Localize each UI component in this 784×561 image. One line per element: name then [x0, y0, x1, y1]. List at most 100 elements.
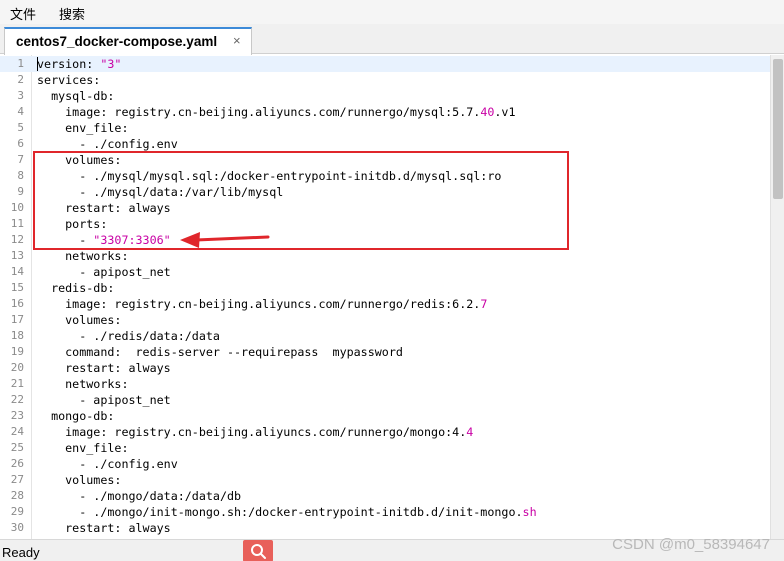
code-token: command: redis-server --requirepass mypa… — [37, 345, 403, 359]
line-number: 21 — [10, 377, 24, 390]
code-token: version: — [37, 57, 101, 71]
line-number: 22 — [10, 393, 24, 406]
code-token: networks: — [37, 377, 129, 391]
code-line[interactable]: 3 mysql-db: — [0, 88, 770, 104]
line-number: 27 — [10, 473, 24, 486]
code-line[interactable]: 1 version: "3" — [0, 56, 770, 72]
code-line[interactable]: 23 mongo-db: — [0, 408, 770, 424]
code-token: image: registry.cn-beijing.aliyuncs.com/… — [37, 425, 467, 439]
search-button[interactable] — [243, 540, 273, 561]
line-number: 17 — [10, 313, 24, 326]
line-number: 1 — [17, 57, 24, 70]
line-text: restart: always — [37, 520, 171, 536]
code-token: "3" — [100, 57, 122, 71]
line-number: 12 — [10, 233, 24, 246]
code-token: restart: always — [37, 361, 171, 375]
line-text: - ./mongo/init-mongo.sh:/docker-entrypoi… — [37, 504, 537, 520]
line-text: networks: — [37, 376, 128, 392]
scrollbar-thumb[interactable] — [773, 59, 783, 199]
line-number: 9 — [17, 185, 24, 198]
status-text: Ready — [2, 545, 40, 560]
line-text: env_file: — [37, 120, 128, 136]
code-token: volumes: — [37, 473, 122, 487]
line-text: - ./config.env — [37, 456, 178, 472]
line-number: 19 — [10, 345, 24, 358]
code-line[interactable]: 5 env_file: — [0, 120, 770, 136]
code-line[interactable]: 16 image: registry.cn-beijing.aliyuncs.c… — [0, 296, 770, 312]
tab-file[interactable]: centos7_docker-compose.yaml × — [4, 27, 252, 55]
line-text: mongo-db: — [37, 408, 114, 424]
code-line[interactable]: 24 image: registry.cn-beijing.aliyuncs.c… — [0, 424, 770, 440]
code-token: 40 — [480, 105, 495, 119]
code-line[interactable]: 29 - ./mongo/init-mongo.sh:/docker-entry… — [0, 504, 770, 520]
code-line[interactable]: 22 - apipost_net — [0, 392, 770, 408]
code-token: env_file: — [37, 441, 129, 455]
line-text: version: "3" — [37, 56, 121, 72]
line-number: 6 — [17, 137, 24, 150]
code-token: sh — [522, 505, 537, 519]
code-token: - ./redis/data:/data — [37, 329, 220, 343]
search-icon — [251, 544, 266, 559]
code-editor[interactable]: 1 version: "3" 2 services: 3 mysql-db: 4 imag… — [0, 55, 770, 539]
line-text: command: redis-server --requirepass mypa… — [37, 344, 403, 360]
vertical-scrollbar[interactable] — [770, 55, 784, 539]
code-token: mongo-db: — [37, 409, 115, 423]
code-line[interactable]: 14 - apipost_net — [0, 264, 770, 280]
code-line[interactable]: 2 services: — [0, 72, 770, 88]
code-line[interactable]: 30 restart: always — [0, 520, 770, 536]
line-number: 2 — [17, 73, 24, 86]
code-line[interactable]: 21 networks: — [0, 376, 770, 392]
code-line[interactable]: 19 command: redis-server --requirepass m… — [0, 344, 770, 360]
code-line[interactable]: 4 image: registry.cn-beijing.aliyuncs.co… — [0, 104, 770, 120]
code-token: volumes: — [37, 313, 122, 327]
code-line[interactable]: 6 - ./config.env — [0, 136, 770, 152]
line-number: 25 — [10, 441, 24, 454]
code-token: 4 — [466, 425, 474, 439]
code-line[interactable]: 28 - ./mongo/data:/data/db — [0, 488, 770, 504]
line-number: 11 — [10, 217, 24, 230]
code-token: - ./mongo/init-mongo.sh:/docker-entrypoi… — [37, 505, 523, 519]
line-number: 15 — [10, 281, 24, 294]
code-token: redis-db: — [37, 281, 115, 295]
code-token: env_file: — [37, 121, 129, 135]
code-line[interactable]: 26 - ./config.env — [0, 456, 770, 472]
line-number: 20 — [10, 361, 24, 374]
menu-file[interactable]: 文件 — [10, 4, 36, 23]
line-number: 10 — [10, 201, 24, 214]
close-icon[interactable]: × — [233, 33, 241, 48]
code-line[interactable]: 15 redis-db: — [0, 280, 770, 296]
line-number: 29 — [10, 505, 24, 518]
tab-title: centos7_docker-compose.yaml — [16, 34, 218, 49]
code-token: restart: always — [37, 521, 171, 535]
code-token: - ./config.env — [37, 457, 178, 471]
code-line[interactable]: 27 volumes: — [0, 472, 770, 488]
menu-search[interactable]: 搜索 — [59, 4, 85, 23]
line-text: volumes: — [37, 472, 121, 488]
watermark: CSDN @m0_58394647 — [612, 536, 770, 553]
code-line[interactable]: 13 networks: — [0, 248, 770, 264]
line-number: 8 — [17, 169, 24, 182]
line-text: volumes: — [37, 312, 121, 328]
code-token: networks: — [37, 249, 129, 263]
line-text: - apipost_net — [37, 392, 171, 408]
code-line[interactable]: 25 env_file: — [0, 440, 770, 456]
tab-bar: centos7_docker-compose.yaml × — [0, 24, 784, 55]
code-token: - apipost_net — [37, 265, 171, 279]
code-line[interactable]: 17 volumes: — [0, 312, 770, 328]
code-token: - ./mongo/data:/data/db — [37, 489, 242, 503]
code-token: 7 — [480, 297, 488, 311]
line-text: image: registry.cn-beijing.aliyuncs.com/… — [37, 424, 473, 440]
code-token: - ./config.env — [37, 137, 178, 151]
line-number: 14 — [10, 265, 24, 278]
line-text: - apipost_net — [37, 264, 171, 280]
line-number: 16 — [10, 297, 24, 310]
line-text: image: registry.cn-beijing.aliyuncs.com/… — [37, 296, 487, 312]
line-text: image: registry.cn-beijing.aliyuncs.com/… — [37, 104, 515, 120]
code-token: - apipost_net — [37, 393, 171, 407]
line-number: 18 — [10, 329, 24, 342]
code-token: services: — [37, 73, 101, 87]
line-number: 24 — [10, 425, 24, 438]
code-line[interactable]: 20 restart: always — [0, 360, 770, 376]
code-line[interactable]: 18 - ./redis/data:/data — [0, 328, 770, 344]
line-text: redis-db: — [37, 280, 114, 296]
